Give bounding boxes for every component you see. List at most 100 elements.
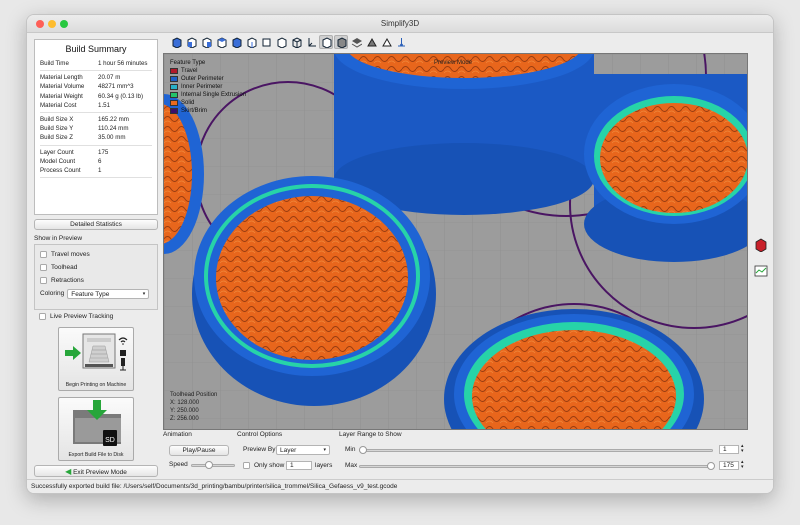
back-arrow-icon: ◀: [65, 467, 72, 476]
layers-label: layers: [315, 462, 333, 469]
detailed-statistics-button[interactable]: Detailed Statistics: [34, 219, 158, 230]
max-label: Max: [345, 462, 358, 469]
view-right-icon[interactable]: [229, 35, 243, 49]
zoom-window-button[interactable]: [60, 20, 68, 28]
window-title: Simplify3D: [380, 19, 420, 28]
animation-label: Animation: [163, 431, 192, 438]
min-slider[interactable]: [359, 449, 713, 452]
cube-red-icon[interactable]: [753, 237, 769, 253]
toolhead-x: X: 128.000: [170, 400, 200, 406]
view-front-icon[interactable]: [184, 35, 198, 49]
title-bar: Simplify3D: [27, 15, 773, 33]
right-side-icons: [753, 237, 769, 289]
summary-key: Build Size X: [40, 115, 74, 123]
summary-row: Material Volume 48271 mm^3: [40, 82, 152, 91]
left-panel: Build Summary Build Time 1 hour 56 minute…: [34, 39, 158, 477]
legend-item: Internal Single Extrusion: [170, 91, 246, 99]
preview-render: [164, 54, 747, 429]
export-build-file-button[interactable]: SD Export Build File to Disk: [58, 397, 134, 461]
graph-panel-icon[interactable]: [753, 263, 769, 279]
summary-row: Material Cost 1.51: [40, 101, 152, 110]
summary-key: Build Size Y: [40, 125, 74, 133]
speed-slider[interactable]: [191, 464, 235, 467]
summary-value: 35.00 mm: [98, 134, 126, 142]
max-slider-handle[interactable]: [707, 462, 715, 470]
only-show-input[interactable]: 1: [286, 461, 312, 470]
view-iso-icon[interactable]: [169, 35, 183, 49]
coloring-value: Feature Type: [71, 290, 110, 298]
max-input[interactable]: 175: [719, 461, 739, 470]
coloring-select[interactable]: Feature Type ▾: [67, 288, 150, 299]
max-slider[interactable]: [359, 465, 713, 468]
summary-key: Material Volume: [40, 83, 85, 91]
min-input[interactable]: 1: [719, 445, 739, 454]
min-stepper-icon[interactable]: ▴ ▾: [741, 444, 744, 454]
only-show-checkbox[interactable]: Only show: [243, 459, 284, 472]
summary-key: Model Count: [40, 157, 76, 165]
show-in-preview-label: Show in Preview: [34, 235, 83, 242]
layers-view-icon[interactable]: [349, 35, 363, 49]
export-build-file-label: Export Build File to Disk: [68, 452, 124, 458]
layer-range-label: Layer Range to Show: [339, 431, 402, 438]
play-pause-button[interactable]: Play/Pause: [169, 445, 229, 456]
travel-moves-label: Travel moves: [51, 251, 90, 258]
summary-key: Build Size Z: [40, 134, 74, 142]
exit-preview-mode-button[interactable]: ◀ Exit Preview Mode: [34, 465, 158, 477]
cross-section-icon[interactable]: [364, 35, 378, 49]
begin-printing-button[interactable]: Begin Printing on Machine: [58, 327, 134, 391]
summary-value: 60.34 g (0.13 lb): [98, 92, 144, 100]
summary-value: 1: [98, 166, 102, 174]
axis-icon[interactable]: [304, 35, 318, 49]
minimize-window-button[interactable]: [48, 20, 56, 28]
control-options-label: Control Options: [237, 431, 283, 438]
only-show-label: Only show: [254, 462, 285, 469]
summary-key: Material Cost: [40, 101, 77, 109]
shaded-view-icon[interactable]: [334, 35, 348, 49]
preview-by-value: Layer: [280, 447, 297, 454]
summary-row: Model Count 6: [40, 157, 152, 166]
summary-row: Layer Count 175: [40, 148, 152, 157]
toolhead-position: Toolhead Position X: 128.000 Y: 250.000 …: [170, 391, 217, 423]
view-left-icon[interactable]: [214, 35, 228, 49]
origin-axis-icon[interactable]: [394, 35, 408, 49]
summary-value: 1.51: [98, 101, 111, 109]
travel-moves-checkbox[interactable]: Travel moves: [40, 248, 152, 261]
toolhead-checkbox[interactable]: Toolhead: [40, 261, 152, 274]
wireframe-icon[interactable]: [289, 35, 303, 49]
summary-row: Material Length 20.07 m: [40, 73, 152, 82]
legend-item: Inner Perimeter: [170, 83, 246, 91]
preview-by-label: Preview By: [243, 446, 276, 453]
build-volume-icon[interactable]: [379, 35, 393, 49]
summary-value: 175: [98, 148, 109, 156]
summary-row: Build Size Y 110.24 mm: [40, 124, 152, 133]
retractions-checkbox[interactable]: Retractions: [40, 274, 152, 287]
3d-preview-viewport[interactable]: Feature Type Travel Outer Perimeter Inne…: [163, 53, 748, 430]
max-stepper-icon[interactable]: ▴ ▾: [741, 460, 744, 470]
printer-icon: [65, 333, 128, 371]
view-toolbar: [169, 35, 408, 52]
legend-item: Travel: [170, 67, 246, 75]
min-label: Min: [345, 446, 356, 453]
legend-title: Feature Type: [170, 60, 206, 66]
preview-by-select[interactable]: Layer ▾: [276, 445, 330, 455]
chevron-down-icon: ▾: [142, 290, 146, 297]
toolhead-position-title: Toolhead Position: [170, 392, 218, 398]
min-slider-handle[interactable]: [359, 446, 367, 454]
live-preview-tracking-checkbox[interactable]: Live Preview Tracking: [34, 310, 158, 322]
summary-key: Material Weight: [40, 92, 83, 100]
speed-slider-handle[interactable]: [205, 461, 213, 469]
toolhead-y: Y: 250.000: [170, 408, 199, 414]
live-preview-tracking-label: Live Preview Tracking: [50, 312, 114, 320]
view-back-icon[interactable]: [199, 35, 213, 49]
perspective-icon[interactable]: [274, 35, 288, 49]
close-window-button[interactable]: [36, 20, 44, 28]
app-window: Simplify3D Build Summary Build Time 1 hou…: [26, 14, 774, 494]
view-top-icon[interactable]: [244, 35, 258, 49]
build-summary-title: Build Summary: [65, 44, 127, 54]
coloring-row: Coloring Feature Type ▾: [40, 287, 152, 300]
view-bottom-icon[interactable]: [259, 35, 273, 49]
solid-view-icon[interactable]: [319, 35, 333, 49]
summary-key: Layer Count: [40, 148, 74, 156]
summary-row: Build Time 1 hour 56 minutes: [40, 59, 152, 68]
summary-value: 6: [98, 157, 102, 165]
